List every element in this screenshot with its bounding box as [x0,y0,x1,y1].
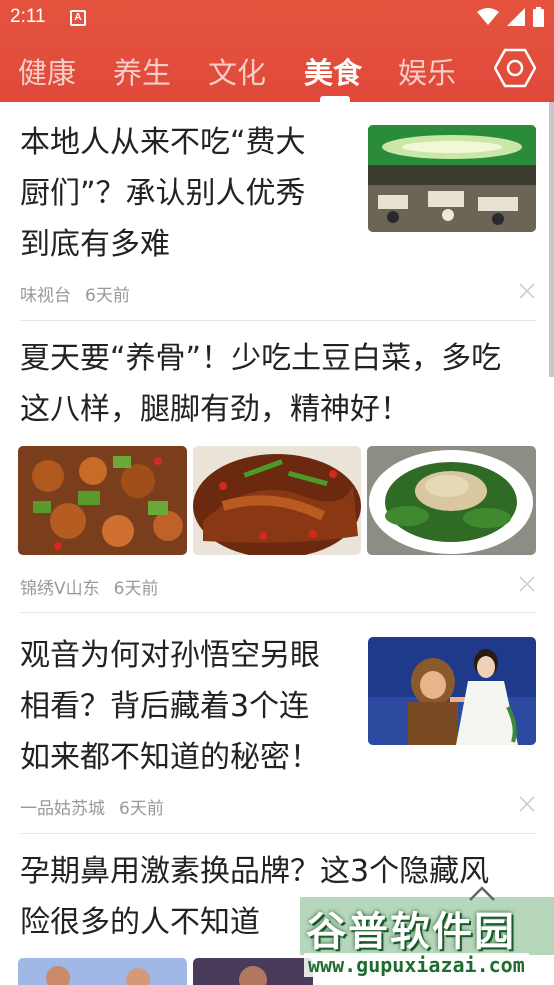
article-source: 味视台 [20,286,71,306]
top-header: 2:11 A 健康 养生 文化 美食 娱乐 [0,0,554,102]
cartoon-photo [18,958,187,985]
tab-wellness[interactable]: 养生 [113,50,171,92]
wifi-icon [477,8,499,25]
signal-icon [507,8,525,26]
settings-hexagon-icon[interactable] [494,47,536,89]
divider [20,833,536,834]
dismiss-close-icon[interactable] [518,282,536,300]
category-tabs: 健康 养生 文化 美食 娱乐 [0,44,480,102]
watermark-logo: 谷普软件园 www.gupuxiazai.com [300,895,554,985]
active-tab-indicator [320,96,350,102]
divider [20,612,536,613]
tab-food[interactable]: 美食 [304,50,362,92]
status-time: 2:11 [10,6,46,27]
divider [20,320,536,321]
food-photo [193,446,361,555]
article-title: 夏天要“养骨”！少吃土豆白菜，多吃 这八样，腿脚有劲，精神好！ [20,341,502,427]
battery-icon [533,7,544,27]
article-card[interactable]: 夏天要“养骨”！少吃土豆白菜，多吃 这八样，腿脚有劲，精神好！ [20,333,536,435]
article-source: 一品姑苏城 [20,799,105,819]
cartoon-thumb-image[interactable] [18,958,187,985]
restaurant-photo [368,125,536,232]
dismiss-close-icon[interactable] [518,795,536,813]
tab-health[interactable]: 健康 [18,50,76,92]
article-time: 6天前 [113,579,159,599]
watermark-url: www.gupuxiazai.com [304,953,529,977]
restaurant-dining-hall-image[interactable] [368,125,536,232]
spinach-sesame-image[interactable] [367,446,536,555]
article-meta: 味视台 6天前 [20,281,130,306]
status-icons [477,7,544,27]
article-meta: 锦绣V山东 6天前 [20,574,158,599]
app-notification-icon: A [70,10,86,26]
article-time: 6天前 [85,286,130,306]
article-title: 本地人从来不吃“费大 厨们”？承认别人优秀 到底有多难 [20,125,306,262]
scrollbar[interactable] [549,102,554,377]
status-bar: 2:11 A [0,0,554,38]
braised-fish-image[interactable] [193,446,361,555]
tab-culture[interactable]: 文化 [208,50,266,92]
dismiss-close-icon[interactable] [518,575,536,593]
cartoon-thumb-image[interactable] [193,958,313,985]
article-title: 观音为何对孙悟空另眼 相看？背后藏着3个连 如来都不知道的秘密！ [20,638,320,775]
stir-fried-chicken-image[interactable] [18,446,187,555]
article-meta: 一品姑苏城 6天前 [20,794,164,819]
cartoon-photo [193,958,313,985]
article-source: 锦绣V山东 [20,579,100,599]
tab-entertainment[interactable]: 娱乐 [398,50,456,92]
drama-still-photo [368,637,536,745]
watermark-title: 谷普软件园 [306,909,516,955]
article-time: 6天前 [119,799,164,819]
food-photo [18,446,187,555]
food-photo [367,446,536,555]
monkey-king-guanyin-image[interactable] [368,637,536,745]
